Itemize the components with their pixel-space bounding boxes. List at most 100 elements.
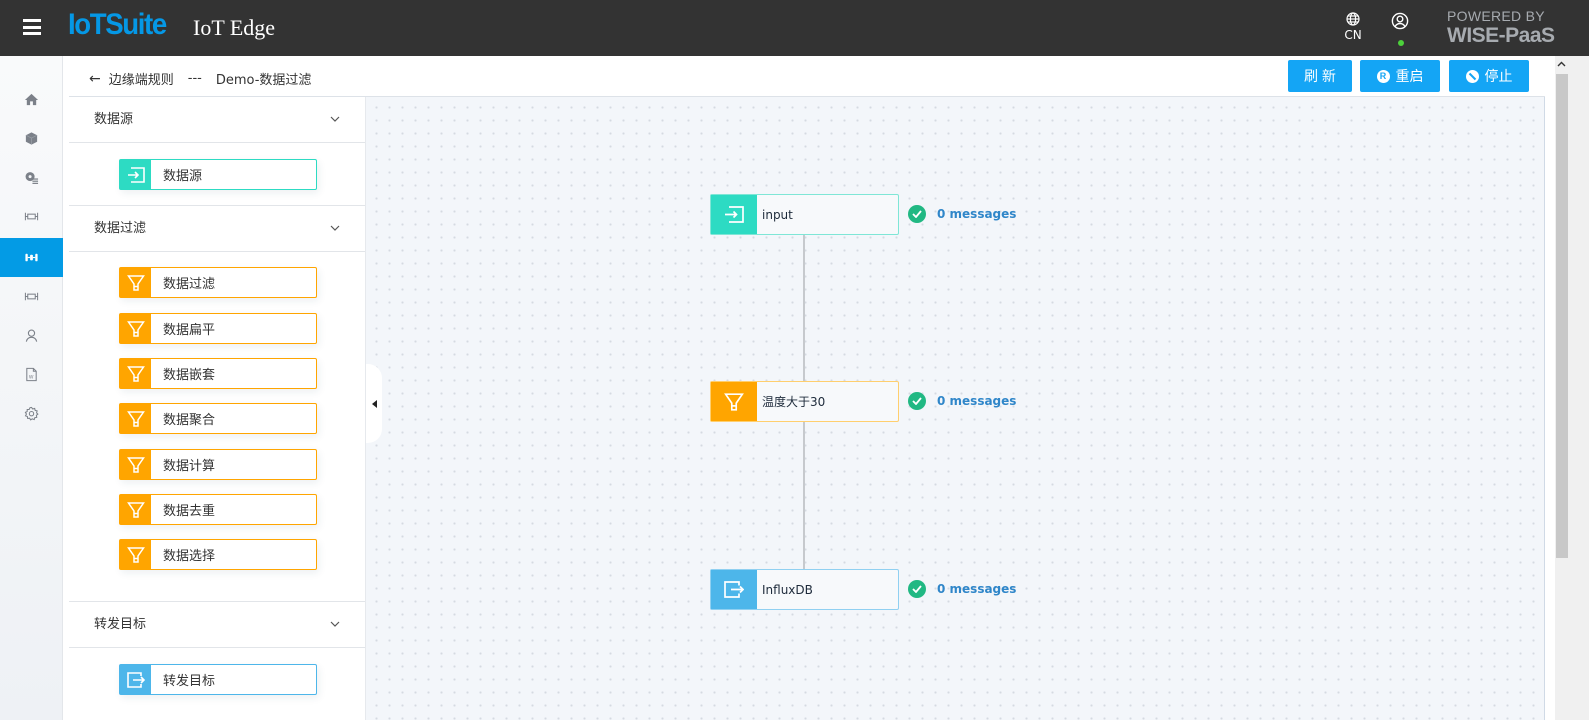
flow-node-sink[interactable]: InfluxDB bbox=[710, 569, 899, 610]
powered-by-logo: POWERED BY WISE-PaaS bbox=[1447, 9, 1555, 46]
check-circle-icon bbox=[908, 205, 926, 223]
nav-devices[interactable] bbox=[0, 119, 63, 158]
breadcrumb-parent-link[interactable]: 边缘端规则 bbox=[109, 69, 174, 88]
back-arrow-icon[interactable]: ← bbox=[89, 71, 101, 87]
palette-group-title: 数据源 bbox=[94, 112, 134, 127]
cube-icon bbox=[25, 132, 38, 145]
node-label: InfluxDB bbox=[762, 582, 813, 597]
top-bar: IoTSuite IoT Edge CN POWERED BY WISE-Paa… bbox=[0, 0, 1589, 56]
chevron-down-icon bbox=[330, 621, 340, 627]
gear-list-icon bbox=[25, 172, 39, 184]
user-menu[interactable] bbox=[1391, 12, 1411, 46]
palette-group-filter-header[interactable]: 数据过滤 bbox=[69, 206, 365, 252]
palette-item-label: 数据聚合 bbox=[163, 413, 216, 428]
palette-group-source-header[interactable]: 数据源 bbox=[69, 97, 365, 143]
palette-item-label: 数据扁平 bbox=[163, 323, 216, 338]
hamburger-icon-line bbox=[23, 25, 41, 29]
node-message-count: 0 messages bbox=[937, 582, 1017, 596]
nav-connectors[interactable] bbox=[0, 197, 63, 236]
palette-group-sink-header[interactable]: 转发目标 bbox=[69, 602, 365, 648]
page-header: ← 边缘端规则 --- Demo-数据过滤 刷 新 R 重启 停止 bbox=[69, 56, 1545, 97]
palette-group-filter-body: 数据过滤 数据扁平 数据嵌套 数据聚合 数据计算 数据去重 数据选择 bbox=[69, 252, 365, 602]
nav-users[interactable] bbox=[0, 316, 63, 355]
stop-button[interactable]: 停止 bbox=[1449, 60, 1529, 92]
scrollbar-thumb[interactable] bbox=[1556, 74, 1568, 558]
palette-item-filter[interactable]: 数据过滤 bbox=[119, 267, 317, 298]
wise-paas-text: WISE-PaaS bbox=[1447, 24, 1555, 47]
node-label: 温度大于30 bbox=[762, 395, 826, 409]
palette-item-select[interactable]: 数据选择 bbox=[119, 539, 317, 570]
refresh-button-label: 刷 新 bbox=[1304, 68, 1336, 84]
breadcrumb-current: Demo-数据过滤 bbox=[215, 73, 312, 88]
stop-icon bbox=[1465, 69, 1479, 83]
input-icon bbox=[120, 160, 151, 189]
funnel-icon bbox=[120, 404, 151, 433]
nav-device-config[interactable] bbox=[0, 158, 63, 197]
output-icon bbox=[711, 570, 757, 609]
node-label: input bbox=[762, 207, 793, 222]
flow-node-input[interactable]: input bbox=[710, 194, 899, 235]
check-circle-icon bbox=[908, 392, 926, 410]
nav-gateways[interactable] bbox=[0, 277, 63, 316]
device-bracket-icon bbox=[24, 292, 39, 301]
language-switcher[interactable]: CN bbox=[1342, 12, 1364, 42]
palette-item-label: 转发目标 bbox=[163, 674, 216, 689]
scroll-up-button[interactable] bbox=[1555, 56, 1568, 72]
node-message-count: 0 messages bbox=[937, 394, 1017, 408]
device-bracket-icon bbox=[24, 212, 39, 221]
palette-collapse-toggle[interactable] bbox=[366, 364, 382, 443]
chevron-down-icon bbox=[330, 116, 340, 122]
restart-button[interactable]: R 重启 bbox=[1360, 60, 1440, 92]
nav-settings[interactable] bbox=[0, 394, 63, 433]
flow-link[interactable] bbox=[803, 235, 805, 382]
palette-item-compute[interactable]: 数据计算 bbox=[119, 449, 317, 480]
palette-item-label: 数据源 bbox=[163, 169, 203, 184]
palette-item-label: 数据选择 bbox=[163, 549, 216, 564]
funnel-icon bbox=[711, 382, 757, 421]
funnel-icon bbox=[120, 314, 151, 343]
chevron-down-icon bbox=[330, 225, 340, 231]
nav-edge-rules[interactable] bbox=[0, 238, 63, 277]
output-icon bbox=[120, 665, 151, 694]
restart-button-label: 重启 bbox=[1395, 68, 1424, 84]
palette-item-dedupe[interactable]: 数据去重 bbox=[119, 494, 317, 525]
home-icon bbox=[24, 93, 39, 106]
refresh-button[interactable]: 刷 新 bbox=[1288, 60, 1352, 92]
left-navigation: W bbox=[0, 56, 63, 720]
breadcrumb-separator: --- bbox=[187, 71, 202, 86]
language-label: CN bbox=[1344, 28, 1362, 42]
palette-item-sink[interactable]: 转发目标 bbox=[119, 664, 317, 695]
node-palette: 数据源 数据源 数据过滤 数据过滤 数据扁平 数据嵌套 数据聚合 数据计算 数据… bbox=[69, 97, 366, 720]
palette-item-nest[interactable]: 数据嵌套 bbox=[119, 358, 317, 389]
palette-group-title: 转发目标 bbox=[94, 617, 147, 632]
nav-home[interactable] bbox=[0, 80, 63, 119]
brand-logo[interactable]: IoTSuite bbox=[68, 8, 167, 42]
powered-by-text: POWERED BY bbox=[1447, 8, 1545, 24]
palette-item-aggregate[interactable]: 数据聚合 bbox=[119, 403, 317, 434]
breadcrumb: ← 边缘端规则 --- Demo-数据过滤 bbox=[89, 69, 312, 89]
funnel-icon bbox=[120, 495, 151, 524]
user-icon bbox=[25, 329, 38, 342]
restart-icon: R bbox=[1376, 69, 1390, 83]
node-status: 0 messages bbox=[908, 580, 1016, 598]
online-status-dot bbox=[1398, 40, 1404, 46]
node-status: 0 messages bbox=[908, 205, 1016, 223]
hamburger-icon bbox=[23, 19, 41, 22]
hamburger-icon-line bbox=[23, 32, 41, 35]
svg-text:W: W bbox=[29, 375, 34, 381]
flow-node-filter[interactable]: 温度大于30 bbox=[710, 381, 899, 422]
rule-flow-icon bbox=[25, 253, 38, 262]
palette-group-source-body: 数据源 bbox=[69, 143, 365, 206]
palette-item-flatten[interactable]: 数据扁平 bbox=[119, 313, 317, 344]
caret-left-icon bbox=[371, 399, 377, 408]
palette-item-label: 数据计算 bbox=[163, 459, 216, 474]
menu-toggle-button[interactable] bbox=[23, 19, 41, 35]
palette-item-label: 数据过滤 bbox=[163, 277, 216, 292]
palette-item-source[interactable]: 数据源 bbox=[119, 159, 317, 190]
flow-link[interactable] bbox=[803, 422, 805, 570]
product-title: IoT Edge bbox=[193, 15, 276, 40]
chevron-up-icon bbox=[1557, 61, 1566, 67]
nav-documents[interactable]: W bbox=[0, 355, 63, 394]
palette-group-title: 数据过滤 bbox=[94, 221, 147, 236]
globe-icon bbox=[1346, 12, 1360, 26]
